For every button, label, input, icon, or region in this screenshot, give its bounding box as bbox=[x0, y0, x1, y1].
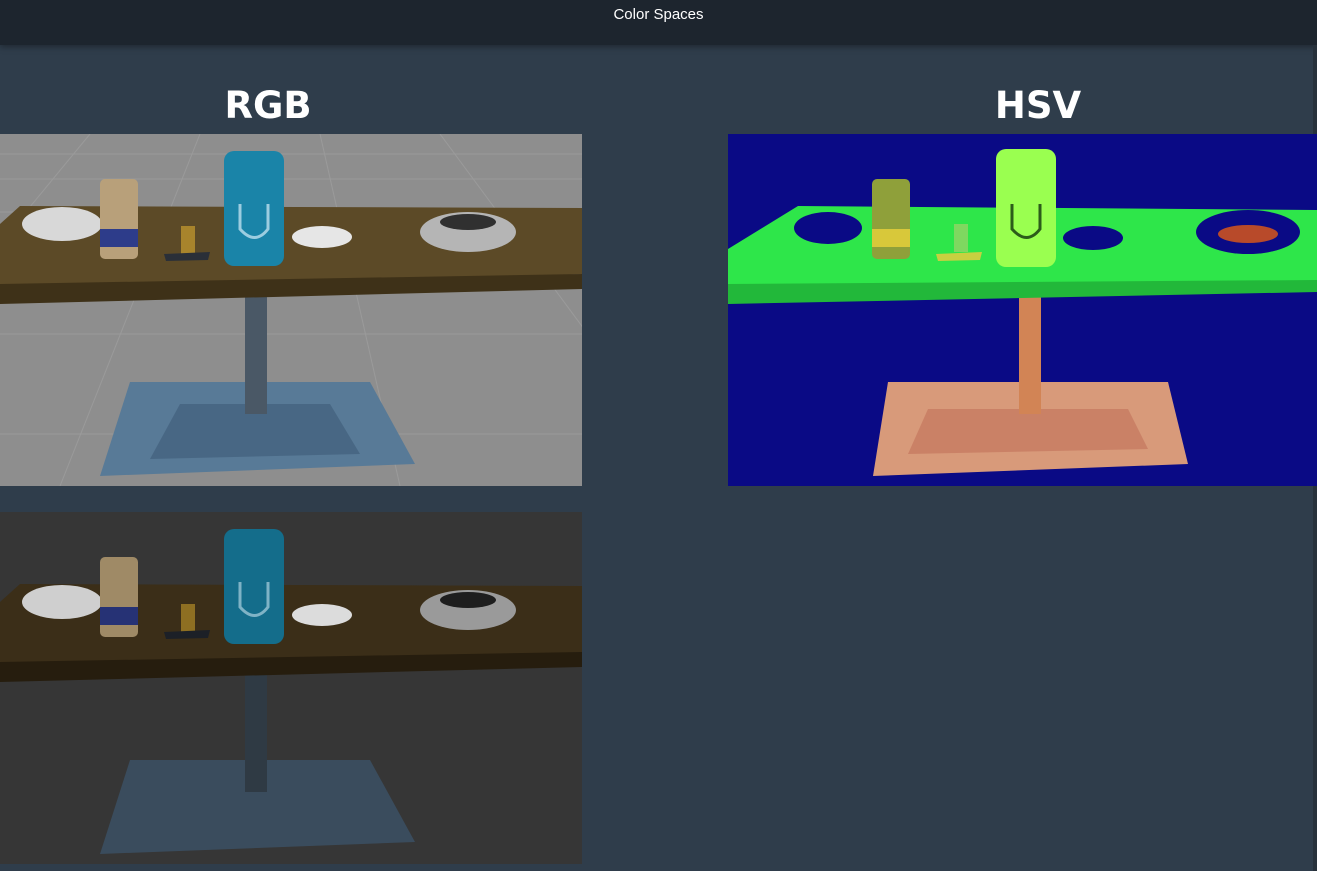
hsv-scene-image bbox=[728, 134, 1317, 486]
rgb-dark-scene-image bbox=[0, 512, 582, 864]
rgb-scene-image bbox=[0, 134, 582, 486]
window-title: Color Spaces bbox=[613, 6, 704, 23]
hsv-heading: HSV bbox=[994, 84, 1082, 127]
rgb-heading: RGB bbox=[224, 84, 312, 127]
title-bar: Color Spaces bbox=[0, 0, 1317, 45]
